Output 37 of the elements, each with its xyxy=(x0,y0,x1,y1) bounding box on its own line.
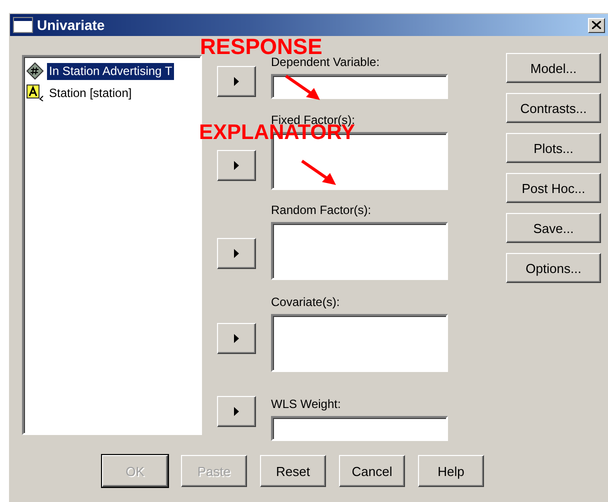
dialog-button[interactable]: Help xyxy=(418,455,484,487)
field-label: WLS Weight: xyxy=(271,397,342,413)
field-label: Dependent Variable: xyxy=(271,55,381,71)
move-button[interactable] xyxy=(217,323,256,354)
variable-field[interactable] xyxy=(271,74,448,99)
right-triangle-icon xyxy=(234,407,239,416)
window-title: Univariate xyxy=(37,17,106,33)
variable-field[interactable] xyxy=(271,416,448,441)
right-triangle-icon xyxy=(234,334,239,343)
numeric-variable-icon xyxy=(26,62,44,80)
annotation-arrow xyxy=(284,74,322,102)
dialog-button[interactable]: Contrasts... xyxy=(506,93,601,123)
move-button[interactable] xyxy=(217,396,256,427)
close-button[interactable] xyxy=(588,18,605,32)
field-label: Random Factor(s): xyxy=(271,203,372,219)
dialog-button[interactable]: Post Hoc... xyxy=(506,173,601,203)
dialog-button[interactable]: Cancel xyxy=(339,455,405,487)
right-triangle-icon xyxy=(234,161,239,170)
dialog-button[interactable]: Reset xyxy=(260,455,326,487)
right-triangle-icon xyxy=(234,77,239,86)
annotation-arrow xyxy=(300,159,338,187)
move-button[interactable] xyxy=(217,66,256,97)
variable-list-field[interactable] xyxy=(271,222,448,280)
field-label: Covariate(s): xyxy=(271,295,341,311)
move-button[interactable] xyxy=(217,238,256,269)
string-variable-icon xyxy=(26,84,44,102)
window-icon xyxy=(13,17,33,33)
dialog-button[interactable]: Save... xyxy=(506,213,601,243)
dialog-button[interactable]: Plots... xyxy=(506,133,601,163)
dialog-button[interactable]: Model... xyxy=(506,53,601,83)
move-button[interactable] xyxy=(217,150,256,181)
variable-item[interactable]: In Station Advertising T xyxy=(47,62,174,80)
right-triangle-icon xyxy=(234,249,239,258)
variable-list-field[interactable] xyxy=(271,314,448,372)
close-icon xyxy=(592,21,601,29)
variable-item[interactable]: Station [station] xyxy=(47,84,134,102)
dialog-button[interactable]: Options... xyxy=(506,253,601,283)
